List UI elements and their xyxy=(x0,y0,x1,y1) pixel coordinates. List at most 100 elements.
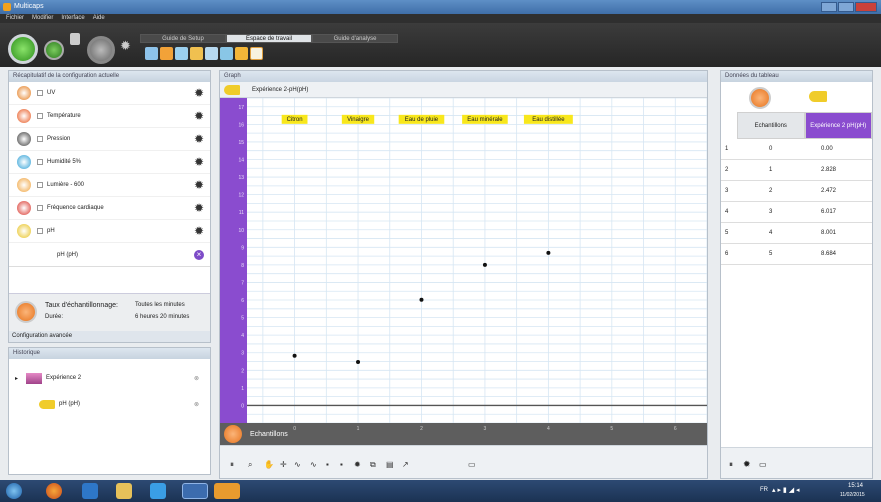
x-axis-clock-icon[interactable] xyxy=(224,425,242,443)
menu-file[interactable]: Fichier xyxy=(6,14,24,23)
sensor-row[interactable]: pH ✹ xyxy=(9,220,210,243)
sensor-checkbox[interactable] xyxy=(37,90,43,96)
scatter-chart[interactable]: Citron Vinaigre Eau de pluie Eau minérale Ea… xyxy=(247,97,708,424)
color-view-icon[interactable] xyxy=(235,47,248,60)
print-icon[interactable]: ▭ xyxy=(759,460,767,469)
table-row[interactable]: 4 3 6.017 xyxy=(721,202,872,223)
table-row[interactable]: 3 2 2.472 xyxy=(721,181,872,202)
system-tray-icons[interactable]: ▴ ▸ ▮ ◢ ◂ xyxy=(772,486,800,494)
outlook-icon[interactable] xyxy=(82,483,98,499)
ph-value-cell[interactable]: 0.00 xyxy=(821,146,833,152)
zoom-icon[interactable]: ⌕ xyxy=(248,460,252,470)
history-channel-item[interactable]: pH (pH) ⊗ xyxy=(39,396,205,412)
pause-icon[interactable]: ⏸ xyxy=(729,460,733,470)
sensor-checkbox[interactable] xyxy=(37,205,43,211)
start-recording-button[interactable] xyxy=(8,34,38,64)
resume-button[interactable] xyxy=(44,40,64,60)
sensor-row[interactable]: Lumière - 600 ✹ xyxy=(9,174,210,197)
notes-view-icon[interactable] xyxy=(220,47,233,60)
sensor-view-icon[interactable] xyxy=(160,47,173,60)
layout-view-icon[interactable] xyxy=(250,47,263,60)
sensor-row[interactable]: UV ✹ xyxy=(9,82,210,105)
multicaps-taskbar-icon[interactable] xyxy=(182,483,208,499)
ph-value-cell[interactable]: 2.828 xyxy=(821,167,836,173)
sensor-row[interactable]: Fréquence cardiaque ✹ xyxy=(9,197,210,220)
sensor-row[interactable]: Température ✹ xyxy=(9,105,210,128)
history-remove-icon[interactable]: ⊗ xyxy=(194,375,199,382)
history-channel-remove-icon[interactable]: ⊗ xyxy=(194,401,199,408)
image-view-icon[interactable] xyxy=(205,47,218,60)
minimize-button[interactable] xyxy=(821,2,837,12)
sample-cell[interactable]: 1 xyxy=(769,167,772,173)
shutdown-icon[interactable] xyxy=(70,33,80,45)
sampling-clock-icon[interactable] xyxy=(15,301,37,323)
crosshair-icon[interactable]: ✛ xyxy=(280,460,287,469)
sensor-checkbox[interactable] xyxy=(37,182,43,188)
table-row[interactable]: 1 0 0.00 xyxy=(721,139,872,160)
internet-explorer-icon[interactable] xyxy=(150,483,166,499)
sensor-checkbox[interactable] xyxy=(37,113,43,119)
column-header-ph[interactable]: Expérience 2 pH(pH) xyxy=(804,112,872,139)
sample-cell[interactable]: 3 xyxy=(769,209,772,215)
expand-arrow-icon[interactable]: ▸ xyxy=(15,375,18,382)
close-button[interactable] xyxy=(855,2,877,12)
menu-interface[interactable]: Interface xyxy=(61,14,84,23)
sample-cell[interactable]: 4 xyxy=(769,230,772,236)
ph-value-cell[interactable]: 2.472 xyxy=(821,188,836,194)
sample-cell[interactable]: 0 xyxy=(769,146,772,152)
sensor-checkbox[interactable] xyxy=(37,228,43,234)
series-label[interactable]: Expérience 2-pH(pH) xyxy=(252,87,308,93)
options-icon[interactable]: ✹ xyxy=(743,459,751,470)
stats-icon[interactable]: ▪ xyxy=(340,460,343,469)
ph-value-cell[interactable]: 8.684 xyxy=(821,251,836,257)
sensor-settings-gear-icon[interactable]: ✹ xyxy=(194,225,204,237)
advanced-configuration-link[interactable]: Configuration avancée xyxy=(9,331,210,342)
tab-analysis[interactable]: Guide d'analyse xyxy=(312,34,398,43)
maximize-button[interactable] xyxy=(838,2,854,12)
graph-view-icon[interactable] xyxy=(145,47,158,60)
export-icon[interactable]: ▤ xyxy=(386,460,394,469)
menu-edit[interactable]: Modifier xyxy=(32,14,53,23)
table-view-icon[interactable] xyxy=(175,47,188,60)
selected-channel-item[interactable]: pH (pH) × xyxy=(9,243,210,267)
table-row[interactable]: 5 4 8.001 xyxy=(721,223,872,244)
table-ph-icon[interactable] xyxy=(809,91,827,102)
menu-help[interactable]: Aide xyxy=(93,14,105,23)
pause-icon[interactable]: ⏸ xyxy=(230,460,234,470)
sensor-settings-gear-icon[interactable]: ✹ xyxy=(194,110,204,122)
table-row[interactable]: 2 1 2.828 xyxy=(721,160,872,181)
input-language[interactable]: FR xyxy=(760,487,768,493)
multicaps-window-icon[interactable] xyxy=(214,483,240,499)
sensor-settings-gear-icon[interactable]: ✹ xyxy=(194,202,204,214)
copy-icon[interactable]: ⧉ xyxy=(370,460,376,470)
options-icon[interactable]: ✹ xyxy=(354,460,361,469)
ph-value-cell[interactable]: 6.017 xyxy=(821,209,836,215)
tab-workspace[interactable]: Espace de travail xyxy=(226,34,312,43)
clock-date[interactable]: 11/02/2015 xyxy=(840,492,865,498)
settings-gear-icon[interactable]: ✹ xyxy=(120,38,131,54)
tab-setup[interactable]: Guide de Setup xyxy=(140,34,226,43)
table-clock-icon[interactable] xyxy=(749,87,771,109)
clock-time[interactable]: 15:14 xyxy=(848,483,863,489)
file-explorer-icon[interactable] xyxy=(116,483,132,499)
remove-channel-icon[interactable]: × xyxy=(194,250,204,260)
sensor-settings-gear-icon[interactable]: ✹ xyxy=(194,87,204,99)
firefox-icon[interactable] xyxy=(46,483,62,499)
print-icon[interactable]: ▭ xyxy=(468,460,476,469)
column-header-samples[interactable]: Echantillons xyxy=(737,112,805,139)
comment-icon[interactable]: ▪ xyxy=(326,460,329,469)
sensor-settings-gear-icon[interactable]: ✹ xyxy=(194,133,204,145)
ph-value-cell[interactable]: 8.001 xyxy=(821,230,836,236)
stop-button[interactable] xyxy=(87,36,115,64)
curve-mode-icon[interactable]: ∿ xyxy=(310,460,317,469)
sample-cell[interactable]: 5 xyxy=(769,251,772,257)
sensor-row[interactable]: Humidité 5% ✹ xyxy=(9,151,210,174)
sensor-settings-gear-icon[interactable]: ✹ xyxy=(194,156,204,168)
table-row[interactable]: 6 5 8.684 xyxy=(721,244,872,265)
meter-view-icon[interactable] xyxy=(190,47,203,60)
sensor-row[interactable]: Pression ✹ xyxy=(9,128,210,151)
sensor-checkbox[interactable] xyxy=(37,136,43,142)
sensor-settings-gear-icon[interactable]: ✹ xyxy=(194,179,204,191)
start-button[interactable] xyxy=(6,483,22,499)
hand-icon[interactable]: ✋ xyxy=(264,460,274,469)
